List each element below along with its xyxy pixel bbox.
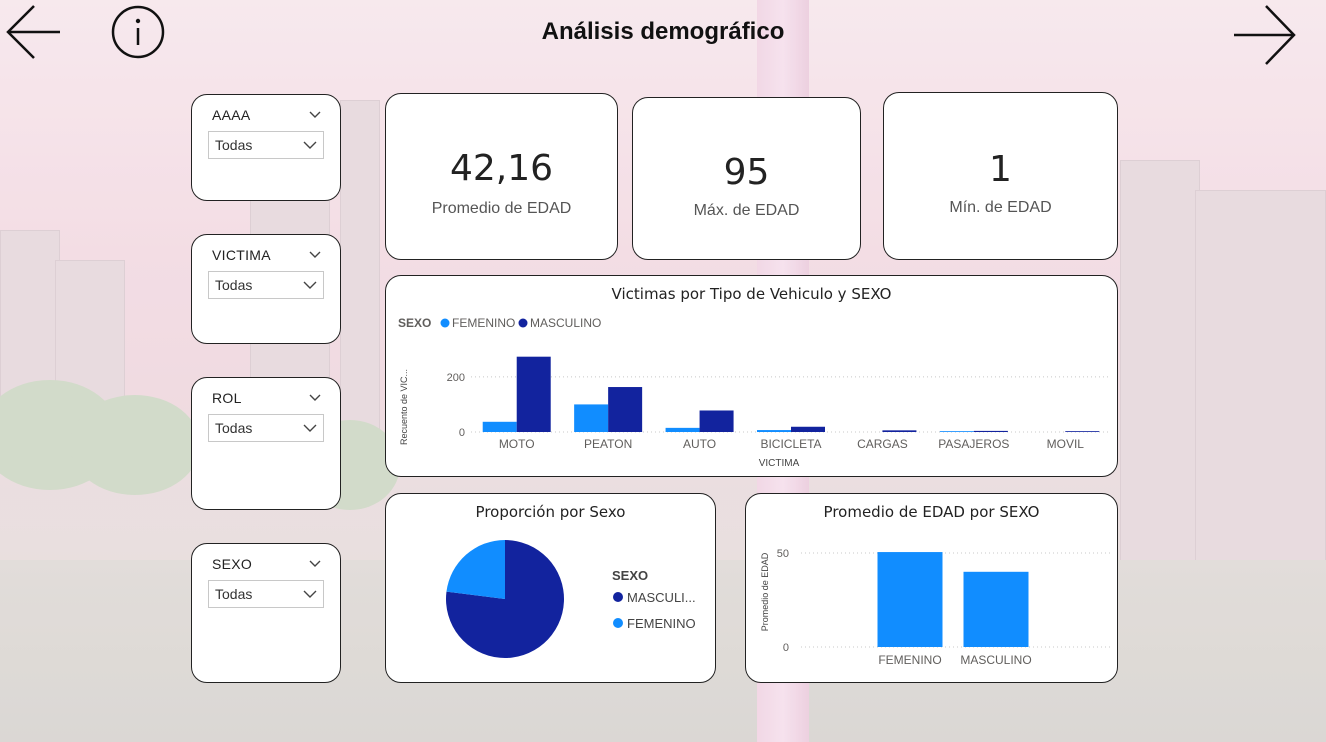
slicer-title: AAAA (212, 107, 251, 123)
bar-masculino-cargas (882, 430, 917, 432)
arrow-right-icon (1234, 5, 1296, 65)
x-tick-label: MOTO (499, 437, 535, 451)
chart-title: Victimas por Tipo de Vehiculo y SEXO (611, 285, 892, 303)
legend-marker (613, 592, 623, 602)
kpi-card-min-edad: 1 Mín. de EDAD (883, 92, 1118, 260)
chevron-down-icon (303, 424, 317, 432)
slicer-title: ROL (212, 390, 242, 406)
legend-title: SEXO (612, 568, 648, 583)
chevron-down-icon[interactable] (308, 107, 322, 121)
chart-promedio-edad-por-sexo[interactable]: Promedio de EDAD por SEXO 0 50 Promedio de… (745, 493, 1118, 683)
bar-masculino-pasajeros (973, 430, 1008, 432)
legend-marker (440, 318, 450, 328)
slicer-value: Todas (215, 137, 253, 153)
bar-masculino-bicicleta (791, 426, 825, 432)
pie-slice-femenino (446, 540, 505, 599)
chevron-down-icon (303, 141, 317, 149)
slicer-dropdown[interactable]: Todas (208, 271, 324, 299)
slicer-dropdown[interactable]: Todas (208, 580, 324, 608)
x-tick-label: MASCULINO (960, 653, 1031, 667)
bar-masculino (963, 571, 1029, 647)
slicer-dropdown[interactable]: Todas (208, 414, 324, 442)
slicer-aaaa[interactable]: AAAA Todas (191, 94, 341, 201)
pie-chart[interactable]: SEXO MASCULI... FEMENINO (386, 522, 715, 682)
clustered-bar-chart[interactable]: SEXO FEMENINO MASCULINO 0 200 Recuento de VIC… (386, 306, 1117, 476)
bar-femenino-peaton (574, 404, 609, 432)
legend-label: MASCULI... (627, 590, 696, 605)
y-tick-label: 200 (447, 372, 465, 384)
kpi-label: Mín. de EDAD (949, 199, 1052, 216)
bar-masculino-movil (1065, 431, 1100, 432)
slicer-rol[interactable]: ROL Todas (191, 377, 341, 510)
legend-marker (518, 318, 528, 328)
slicer-value: Todas (215, 586, 253, 602)
y-axis-label: Promedio de EDAD (760, 552, 770, 631)
chart-title: Proporción por Sexo (475, 503, 626, 521)
x-tick-label: CARGAS (857, 437, 908, 451)
kpi-card-promedio-edad: 42,16 Promedio de EDAD (385, 93, 618, 260)
chevron-down-icon[interactable] (308, 556, 322, 570)
kpi-label: Máx. de EDAD (693, 202, 800, 219)
page-title: Análisis demográfico (541, 18, 785, 45)
slicer-title: SEXO (212, 556, 253, 572)
legend-marker (613, 618, 623, 628)
y-tick-label: 0 (459, 427, 465, 439)
chevron-down-icon[interactable] (308, 390, 322, 404)
bar-femenino-moto (482, 421, 517, 432)
slicer-dropdown[interactable]: Todas (208, 131, 324, 159)
y-axis-label: Recuento de VIC... (399, 369, 409, 445)
kpi-label: Promedio de EDAD (431, 200, 572, 217)
x-tick-label: BICICLETA (760, 437, 821, 451)
column-chart[interactable]: 0 50 Promedio de EDAD FEMENINO MASCULINO (746, 522, 1117, 682)
legend-title: SEXO (398, 316, 431, 330)
legend-label: FEMENINO (452, 316, 515, 330)
slicer-value: Todas (215, 277, 253, 293)
legend-label: FEMENINO (627, 616, 696, 631)
legend-label: MASCULINO (530, 316, 601, 330)
slicer-title: VICTIMA (212, 247, 271, 263)
kpi-value: 42,16 (449, 148, 554, 189)
bar-masculino-auto (699, 410, 734, 432)
chart-title: Promedio de EDAD por SEXO (823, 503, 1040, 521)
x-tick-label: MOVIL (1047, 437, 1085, 451)
slicer-value: Todas (215, 420, 253, 436)
x-tick-label: PEATON (584, 437, 632, 451)
bar-femenino (877, 552, 943, 647)
forward-arrow-button[interactable] (1230, 4, 1300, 66)
kpi-value: 1 (989, 149, 1012, 190)
bar-femenino-bicicleta (757, 430, 791, 432)
x-tick-label: PASAJEROS (938, 437, 1009, 451)
bar-masculino-moto (516, 356, 551, 432)
chevron-down-icon (303, 590, 317, 598)
kpi-card-max-edad: 95 Máx. de EDAD (632, 97, 861, 260)
x-axis-label: VICTIMA (759, 458, 800, 469)
chevron-down-icon[interactable] (308, 247, 322, 261)
y-tick-label: 50 (777, 548, 789, 560)
chevron-down-icon (303, 281, 317, 289)
slicer-sexo[interactable]: SEXO Todas (191, 543, 341, 683)
bar-masculino-peaton (608, 387, 643, 432)
slicer-victima[interactable]: VICTIMA Todas (191, 234, 341, 344)
chart-victimas-por-vehiculo[interactable]: Victimas por Tipo de Vehiculo y SEXO SEX… (385, 275, 1118, 477)
kpi-value: 95 (723, 152, 770, 193)
bar-femenino-pasajeros (939, 431, 974, 432)
bar-femenino-auto (665, 427, 700, 432)
x-tick-label: AUTO (683, 437, 716, 451)
chart-proporcion-por-sexo[interactable]: Proporción por Sexo SEXO MASCULI... FEMENI… (385, 493, 716, 683)
x-tick-label: FEMENINO (878, 653, 941, 667)
y-tick-label: 0 (783, 642, 789, 654)
